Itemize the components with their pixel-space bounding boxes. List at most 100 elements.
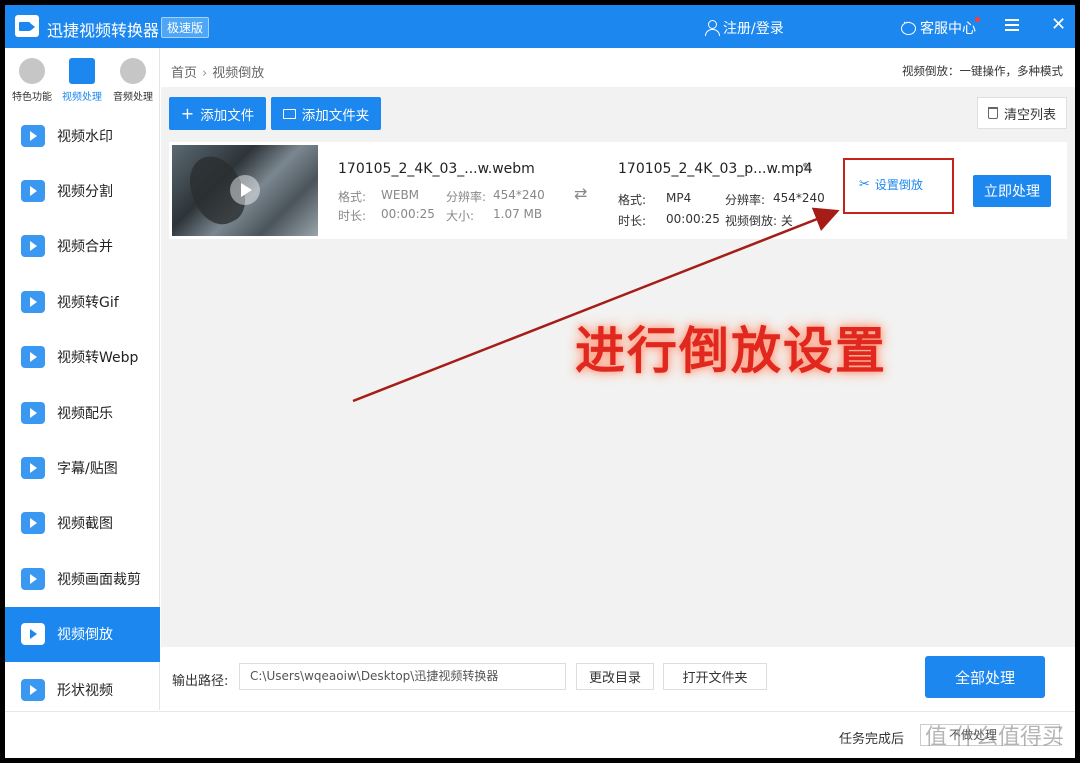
source-resolution: 454*240 <box>493 188 545 202</box>
sidebar: 特色功能 视频处理 音频处理 视频水印 视频分割 视频合并 视频转Gif 视频转… <box>5 48 160 710</box>
source-resolution-label: 分辨率: <box>446 190 487 204</box>
output-path-field[interactable]: C:\Users\wqeaoiw\Desktop\迅捷视频转换器 <box>239 663 566 690</box>
app-title: 迅捷视频转换器 <box>47 21 160 40</box>
sidebar-nav: 视频水印 视频分割 视频合并 视频转Gif 视频转Webp 视频配乐 字幕/贴图… <box>5 108 160 717</box>
breadcrumb-home[interactable]: 首页 <box>171 66 197 81</box>
edit-icon[interactable]: ✎ <box>802 161 813 176</box>
source-size: 1.07 MB <box>493 207 543 221</box>
change-directory-button[interactable]: 更改目录 <box>576 663 654 690</box>
sidebar-item-webp[interactable]: 视频转Webp <box>5 330 160 385</box>
output-resolution: 454*240 <box>773 191 825 205</box>
source-format-label: 格式: <box>338 190 367 204</box>
user-icon <box>705 20 720 36</box>
support-label: 客服中心 <box>920 21 976 37</box>
screenshot-icon <box>21 512 45 535</box>
notification-dot <box>975 17 980 22</box>
open-folder-button[interactable]: 打开文件夹 <box>663 663 767 690</box>
feature-description: 视频倒放：一键操作，多种模式 <box>902 64 1063 78</box>
login-button[interactable]: 注册/登录 <box>705 18 784 38</box>
login-label: 注册/登录 <box>723 21 784 37</box>
sidebar-item-split[interactable]: 视频分割 <box>5 163 160 218</box>
watermark: 值 什么值得买 <box>925 725 1064 750</box>
add-file-label: 添加文件 <box>200 107 255 124</box>
tab-label: 音频处理 <box>113 92 153 103</box>
source-format: WEBM <box>381 188 420 202</box>
output-filename: 170105_2_4K_03_p...w.mp4 <box>618 161 813 177</box>
star-icon <box>19 58 45 84</box>
webp-icon <box>21 346 45 369</box>
menu-icon[interactable] <box>1005 19 1019 31</box>
add-folder-label: 添加文件夹 <box>301 107 370 124</box>
breadcrumb-current: 视频倒放 <box>212 66 265 81</box>
sidebar-item-label: 视频分割 <box>57 184 113 201</box>
process-all-button[interactable]: 全部处理 <box>925 656 1045 698</box>
convert-arrow-icon: ⇄ <box>574 184 588 203</box>
breadcrumb-separator: › <box>202 66 208 81</box>
sidebar-item-shape[interactable]: 形状视频 <box>5 662 160 717</box>
breadcrumb: 首页 › 视频倒放 <box>171 62 264 81</box>
sidebar-item-label: 视频转Webp <box>57 350 139 367</box>
sidebar-item-label: 视频合并 <box>57 239 113 256</box>
tab-label: 特色功能 <box>12 92 52 103</box>
sidebar-item-reverse[interactable]: 视频倒放 <box>5 606 160 662</box>
sidebar-item-merge[interactable]: 视频合并 <box>5 219 160 274</box>
output-resolution-label: 分辨率: <box>725 193 766 207</box>
output-path-label: 输出路径: <box>172 674 229 689</box>
tab-label: 视频处理 <box>62 92 102 103</box>
output-format: MP4 <box>666 191 692 205</box>
clear-list-label: 清空列表 <box>1003 107 1056 123</box>
sidebar-item-gif[interactable]: 视频转Gif <box>5 274 160 329</box>
shape-icon <box>21 678 45 701</box>
output-duration-label: 时长: <box>618 214 647 228</box>
app-logo-icon <box>15 15 39 37</box>
open-folder-label: 打开文件夹 <box>682 671 748 686</box>
watermark-icon <box>21 124 45 147</box>
video-thumbnail[interactable] <box>172 145 318 236</box>
app-window: 迅捷视频转换器 极速版 注册/登录 客服中心 ✕ 特色功能 视频处理 <box>5 5 1075 758</box>
sidebar-item-label: 形状视频 <box>57 682 113 699</box>
source-duration: 00:00:25 <box>381 207 435 221</box>
sidebar-item-label: 视频倒放 <box>57 627 113 644</box>
sidebar-item-label: 视频画面裁剪 <box>57 571 141 588</box>
after-task-label: 任务完成后 <box>839 732 905 747</box>
tab-audio-processing[interactable]: 音频处理 <box>108 58 158 103</box>
clear-list-button[interactable]: 清空列表 <box>977 97 1067 129</box>
gif-icon <box>21 290 45 313</box>
source-filename: 170105_2_4K_03_...w.webm <box>338 161 535 177</box>
tab-special-features[interactable]: 特色功能 <box>7 58 57 103</box>
add-folder-button[interactable]: 添加文件夹 <box>271 97 381 130</box>
folder-icon <box>282 108 296 119</box>
output-format-label: 格式: <box>618 193 647 207</box>
sidebar-item-music[interactable]: 视频配乐 <box>5 385 160 440</box>
crop-icon <box>21 567 45 590</box>
support-button[interactable]: 客服中心 <box>901 18 976 38</box>
status-bar: 任务完成后 不做处理 <box>5 711 1075 758</box>
plus-icon: + <box>180 103 195 123</box>
play-icon[interactable] <box>230 175 260 205</box>
split-icon <box>21 180 45 203</box>
tab-video-processing[interactable]: 视频处理 <box>57 58 107 103</box>
source-duration-label: 时长: <box>338 209 367 223</box>
chat-icon <box>901 18 916 35</box>
annotation-highlight-box <box>843 158 954 214</box>
source-size-label: 大小: <box>446 209 475 223</box>
trash-icon <box>987 107 998 119</box>
film-icon <box>69 58 95 84</box>
process-all-label: 全部处理 <box>954 668 1015 687</box>
sidebar-item-crop[interactable]: 视频画面裁剪 <box>5 551 160 606</box>
sidebar-item-screenshot[interactable]: 视频截图 <box>5 496 160 551</box>
add-file-button[interactable]: + 添加文件 <box>169 97 266 130</box>
sidebar-item-label: 字幕/贴图 <box>57 461 118 478</box>
sidebar-item-label: 视频截图 <box>57 516 113 533</box>
sidebar-item-watermark[interactable]: 视频水印 <box>5 108 160 163</box>
reverse-icon <box>21 623 45 646</box>
sidebar-item-subtitle[interactable]: 字幕/贴图 <box>5 440 160 495</box>
close-icon[interactable]: ✕ <box>1051 16 1066 34</box>
process-now-button[interactable]: 立即处理 <box>973 175 1051 207</box>
sidebar-item-label: 视频水印 <box>57 128 113 145</box>
output-duration: 00:00:25 <box>666 212 720 226</box>
process-now-label: 立即处理 <box>984 184 1040 200</box>
category-tabs: 特色功能 视频处理 音频处理 <box>5 48 160 110</box>
title-bar: 迅捷视频转换器 极速版 注册/登录 客服中心 ✕ <box>5 5 1075 48</box>
edition-badge: 极速版 <box>161 17 210 38</box>
